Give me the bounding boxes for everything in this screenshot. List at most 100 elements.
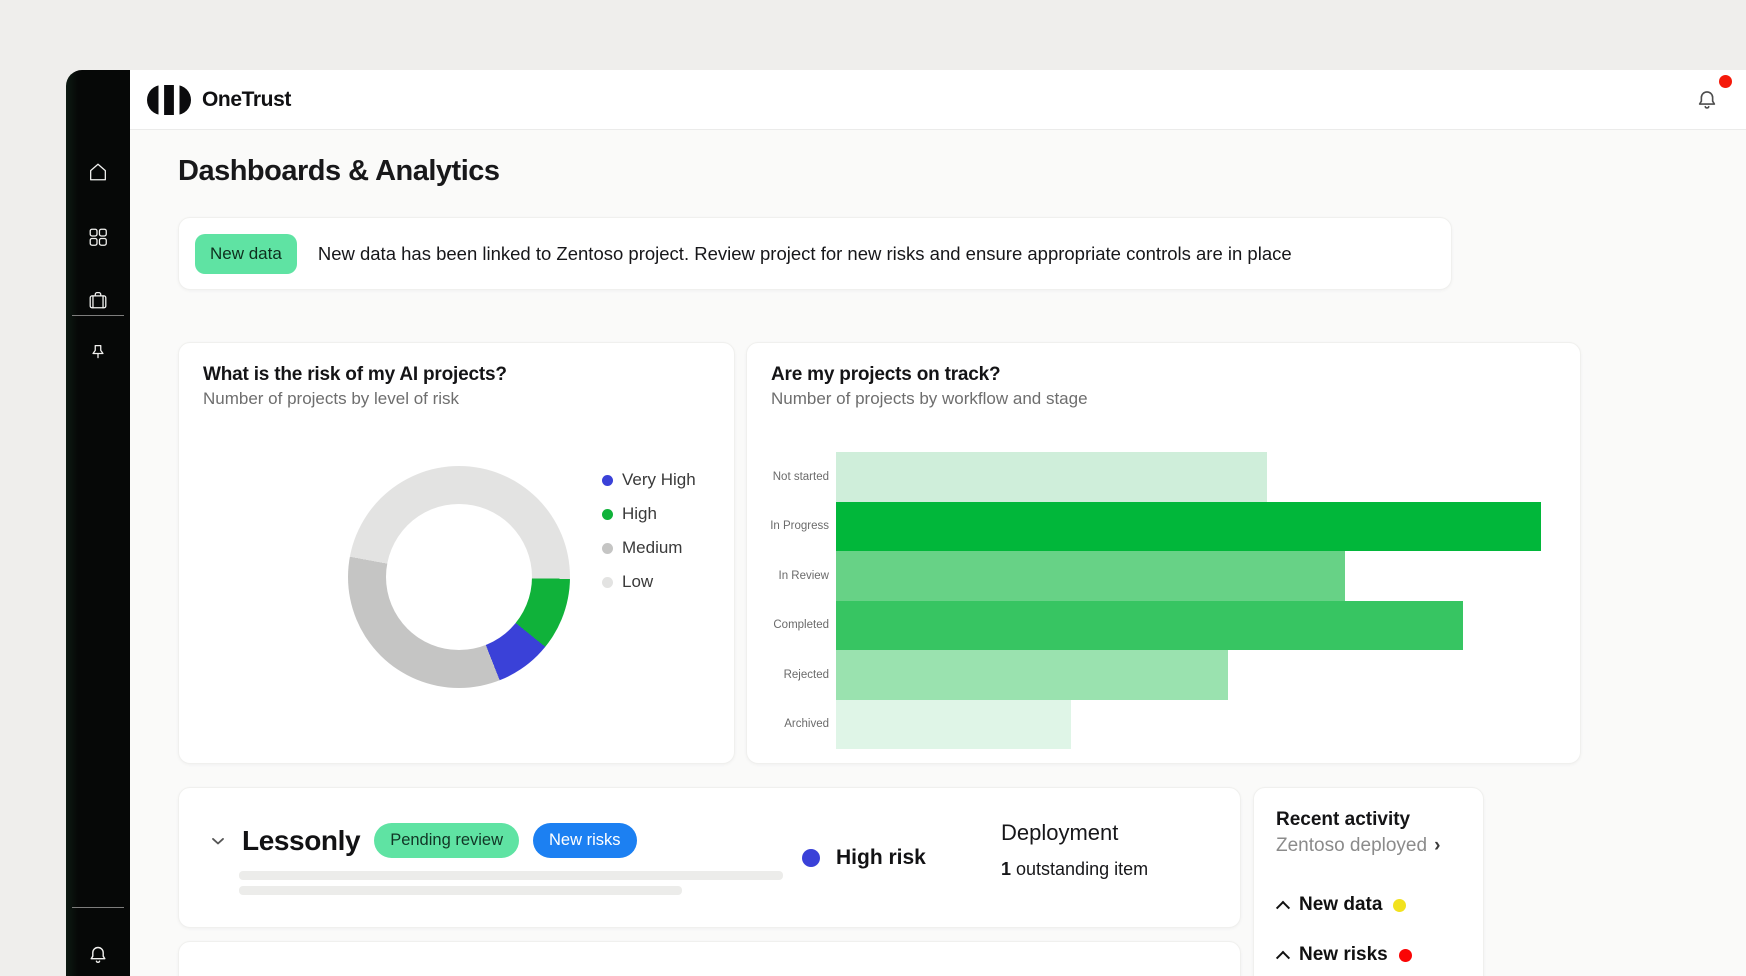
bar-row: In Progress [747, 502, 1580, 552]
notification-banner: New data New data has been linked to Zen… [178, 217, 1452, 290]
risk-dot [802, 849, 820, 867]
bar-gap [829, 650, 836, 700]
bar-gap [829, 452, 836, 502]
bar-category-label: In Progress [747, 520, 829, 532]
next-project-card [178, 941, 1241, 976]
bar-gap [829, 601, 836, 651]
bell-icon[interactable] [86, 943, 110, 967]
banner-badge: New data [195, 234, 297, 274]
activity-status-dot-red [1399, 949, 1412, 962]
bar-row: Not started [747, 452, 1580, 502]
bar-category-label: Archived [747, 718, 829, 730]
app-frame: OneTrust Dashboards & Analytics New data… [66, 70, 1746, 976]
status-badge-pending-review: Pending review [374, 823, 519, 858]
project-row-card: Lessonly Pending review New risks High r… [178, 787, 1241, 928]
activity-label: New risks [1299, 944, 1388, 966]
briefcase-icon[interactable] [86, 288, 110, 312]
chevron-right-icon: › [1434, 835, 1440, 857]
bar-gap [829, 551, 836, 601]
bar-category-label: Not started [747, 471, 829, 483]
donut-card-title: What is the risk of my AI projects? [203, 364, 507, 386]
donut-legend: Very High High Medium Low [602, 463, 696, 599]
bar-fill [836, 650, 1228, 700]
bar-track [836, 700, 1580, 750]
content-column: OneTrust Dashboards & Analytics New data… [130, 70, 1746, 976]
project-name: Lessonly [242, 825, 360, 857]
legend-label: Medium [622, 538, 682, 558]
bar-gap [829, 502, 836, 552]
bar-track [836, 452, 1580, 502]
bar-row: Completed [747, 601, 1580, 651]
banner-message: New data has been linked to Zentoso proj… [318, 243, 1292, 265]
brand-name: OneTrust [202, 88, 291, 112]
notifications-bell-icon[interactable] [1694, 87, 1720, 113]
bar-rows: Not started In Progress In Review Completed… [747, 452, 1580, 749]
donut-chart [348, 466, 570, 688]
bar-row: Archived [747, 700, 1580, 750]
bar-fill [836, 551, 1345, 601]
risk-indicator: High risk [802, 846, 926, 870]
bar-gap [829, 700, 836, 750]
bar-fill [836, 452, 1267, 502]
chevron-down-icon[interactable] [208, 831, 228, 851]
bar-row: In Review [747, 551, 1580, 601]
caret-up-icon [1276, 951, 1290, 965]
pin-icon[interactable] [86, 341, 110, 365]
sidebar-divider-top [72, 315, 124, 316]
stage-detail: 1 outstanding item [1001, 859, 1148, 880]
sidebar [66, 70, 130, 976]
bar-category-label: Completed [747, 619, 829, 631]
legend-label: High [622, 504, 657, 524]
outstanding-count: 1 [1001, 859, 1011, 879]
main-content: Dashboards & Analytics New data New data… [130, 130, 1746, 976]
legend-label: Very High [622, 470, 696, 490]
outstanding-text: outstanding item [1011, 859, 1148, 879]
home-icon[interactable] [86, 160, 110, 184]
bar-track [836, 502, 1580, 552]
sidebar-divider-bottom [72, 907, 124, 908]
project-header: Lessonly Pending review New risks [208, 823, 637, 858]
bar-card-title: Are my projects on track? [771, 364, 1000, 386]
top-header: OneTrust [130, 70, 1746, 130]
bar-card-subtitle: Number of projects by workflow and stage [771, 389, 1088, 409]
status-badge-new-risks: New risks [533, 823, 637, 858]
activity-item-new-data[interactable]: New data [1278, 894, 1406, 916]
caret-up-icon [1276, 901, 1290, 915]
apps-grid-icon[interactable] [86, 225, 110, 249]
skeleton-line-2 [239, 886, 682, 895]
activity-label: New data [1299, 894, 1382, 916]
recent-activity-title: Recent activity [1276, 809, 1410, 831]
bar-fill [836, 601, 1463, 651]
brand-logo[interactable]: OneTrust [147, 85, 291, 115]
recent-activity-subtitle: Zentoso deployed [1276, 835, 1427, 857]
risk-label: High risk [836, 846, 926, 870]
bar-category-label: Rejected [747, 669, 829, 681]
recent-activity-card: Recent activity Zentoso deployed › New d… [1253, 787, 1484, 976]
onetrust-logo-icon [147, 85, 191, 115]
legend-item: Very High [602, 463, 696, 497]
stage-name: Deployment [1001, 820, 1148, 846]
legend-dot [602, 509, 613, 520]
bar-category-label: In Review [747, 570, 829, 582]
legend-item: Low [602, 565, 696, 599]
bar-track [836, 551, 1580, 601]
legend-label: Low [622, 572, 653, 592]
notification-badge-dot [1719, 75, 1732, 88]
recent-activity-link[interactable]: Zentoso deployed › [1276, 835, 1440, 857]
bar-fill [836, 700, 1071, 750]
skeleton-line-1 [239, 871, 783, 880]
legend-dot [602, 543, 613, 554]
activity-item-new-risks[interactable]: New risks [1278, 944, 1412, 966]
bar-row: Rejected [747, 650, 1580, 700]
workflow-bar-card: Are my projects on track? Number of proj… [746, 342, 1581, 764]
legend-item: Medium [602, 531, 696, 565]
risk-donut-card: What is the risk of my AI projects? Numb… [178, 342, 735, 764]
legend-item: High [602, 497, 696, 531]
page-title: Dashboards & Analytics [178, 155, 500, 188]
activity-status-dot-yellow [1393, 899, 1406, 912]
legend-dot [602, 577, 613, 588]
donut-card-subtitle: Number of projects by level of risk [203, 389, 459, 409]
bar-fill [836, 502, 1541, 552]
bar-track [836, 601, 1580, 651]
legend-dot [602, 475, 613, 486]
